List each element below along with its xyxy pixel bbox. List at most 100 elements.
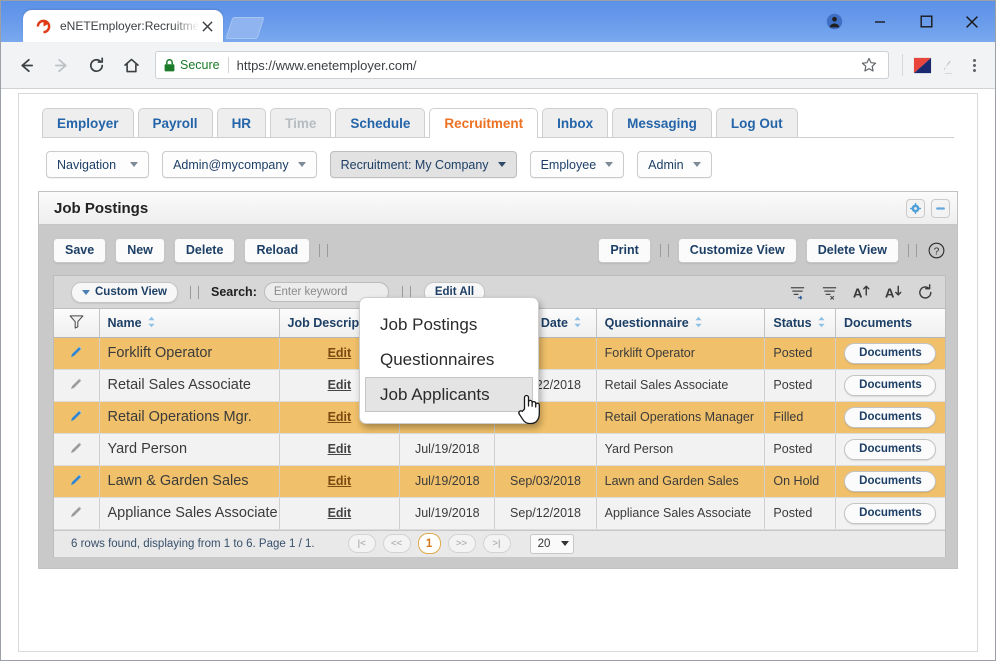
navigation-menu-button[interactable]: Navigation — [46, 151, 150, 178]
gear-icon[interactable] — [906, 198, 925, 218]
browser-tab[interactable]: eNETEmployer:Recruitme — [23, 10, 224, 42]
minimize-icon[interactable] — [857, 1, 903, 42]
documents-button[interactable]: Documents — [844, 502, 937, 524]
edit-link[interactable]: Edit — [328, 346, 352, 360]
menu-item-job-postings[interactable]: Job Postings — [366, 307, 532, 342]
cell-documents[interactable]: Documents — [835, 497, 945, 530]
save-button[interactable]: Save — [53, 237, 107, 263]
first-page-button: |< — [347, 534, 376, 554]
tab-payroll[interactable]: Payroll — [137, 108, 213, 138]
delete-view-label: Delete View — [817, 243, 887, 257]
flag-extension-icon[interactable] — [909, 52, 935, 78]
column-header-questionnaire[interactable]: Questionnaire — [596, 309, 766, 338]
tab-schedule[interactable]: Schedule — [335, 108, 426, 138]
sort-descending-icon[interactable]: A — [884, 283, 903, 302]
maximize-icon[interactable] — [903, 1, 949, 42]
new-tab-button[interactable] — [225, 17, 265, 39]
column-header-documents[interactable]: Documents — [835, 309, 945, 338]
first-page-label: |< — [357, 538, 366, 550]
tab-recruitment[interactable]: Recruitment — [429, 108, 539, 138]
minus-icon[interactable] — [931, 198, 950, 218]
menu-item-label: Job Postings — [380, 314, 478, 334]
menu-item-job-applicants[interactable]: Job Applicants — [365, 377, 533, 412]
tab-hr[interactable]: HR — [216, 108, 267, 138]
edit-link[interactable]: Edit — [328, 474, 352, 488]
edit-link[interactable]: Edit — [328, 506, 352, 520]
back-arrow-icon[interactable] — [11, 50, 41, 80]
tab-log-out[interactable]: Log Out — [715, 108, 798, 138]
tab-employer[interactable]: Employer — [42, 108, 134, 138]
reload-icon[interactable] — [81, 50, 111, 80]
grid-footer: 6 rows found, displaying from 1 to 6. Pa… — [54, 529, 945, 557]
column-header-status[interactable]: Status — [764, 309, 836, 338]
three-dot-menu-icon[interactable] — [963, 58, 985, 72]
cell-documents[interactable]: Documents — [835, 433, 945, 466]
refresh-icon[interactable] — [916, 283, 935, 302]
cell-documents[interactable]: Documents — [835, 465, 945, 498]
close-icon[interactable] — [199, 18, 215, 34]
menu-item-questionnaires[interactable]: Questionnaires — [366, 342, 532, 377]
row-edit-cell[interactable] — [54, 401, 100, 434]
reload-button[interactable]: Reload — [244, 237, 311, 263]
print-button[interactable]: Print — [598, 237, 651, 263]
cell-status: Posted — [764, 369, 836, 402]
documents-button[interactable]: Documents — [844, 342, 937, 364]
table-row[interactable]: Appliance Sales Associate Edit Jul/19/20… — [54, 497, 945, 530]
edit-link[interactable]: Edit — [328, 378, 352, 392]
column-header-filter[interactable] — [54, 309, 100, 338]
previous-page-button: << — [382, 534, 411, 554]
cell-documents[interactable]: Documents — [835, 369, 945, 402]
question-mark-icon[interactable]: ? — [926, 240, 946, 260]
row-edit-cell[interactable] — [54, 337, 100, 370]
current-page-indicator[interactable]: 1 — [417, 533, 441, 555]
employee-menu-button[interactable]: Employee — [529, 151, 625, 178]
page-size-select[interactable]: 20 — [529, 533, 574, 554]
cell-job-description[interactable]: Edit — [279, 433, 401, 466]
edit-link[interactable]: Edit — [328, 410, 352, 424]
custom-view-button[interactable]: Custom View — [71, 281, 178, 303]
recruitment-menu-button[interactable]: Recruitment: My Company — [329, 151, 517, 178]
page-content: Employer Payroll HR Time Schedule Recrui… — [1, 90, 995, 660]
tab-inbox[interactable]: Inbox — [542, 108, 609, 138]
tab-label: Inbox — [557, 116, 594, 131]
tab-messaging[interactable]: Messaging — [612, 108, 712, 138]
row-edit-cell[interactable] — [54, 433, 100, 466]
row-edit-cell[interactable] — [54, 497, 100, 530]
row-edit-cell[interactable] — [54, 465, 100, 498]
documents-button[interactable]: Documents — [844, 374, 937, 396]
delete-button[interactable]: Delete — [173, 237, 236, 263]
admin-menu-button[interactable]: Admin — [637, 151, 712, 178]
account-icon[interactable] — [811, 1, 857, 42]
add-filter-icon[interactable] — [788, 283, 807, 302]
star-icon[interactable] — [858, 54, 880, 76]
tab-label: Employer — [57, 116, 119, 131]
customize-view-label: Customize View — [689, 243, 785, 257]
account-menu-button[interactable]: Admin@mycompany — [162, 151, 317, 178]
row-edit-cell[interactable] — [54, 369, 100, 402]
new-button[interactable]: New — [115, 237, 165, 263]
documents-button[interactable]: Documents — [844, 470, 937, 492]
clear-filter-icon[interactable] — [820, 283, 839, 302]
close-icon[interactable] — [949, 1, 995, 42]
pdf-extension-icon[interactable]: _ — [935, 52, 961, 78]
delete-view-button[interactable]: Delete View — [805, 237, 899, 263]
chevron-down-icon — [130, 162, 139, 167]
secure-label: Secure — [180, 58, 220, 72]
cell-questionnaire: Lawn and Garden Sales — [596, 465, 766, 498]
cell-job-description[interactable]: Edit — [279, 465, 401, 498]
customize-view-button[interactable]: Customize View — [677, 237, 797, 263]
address-bar[interactable]: Secure https://www.enetemployer.com/ — [155, 51, 889, 79]
sort-ascending-icon[interactable]: A — [852, 283, 871, 302]
cell-documents[interactable]: Documents — [835, 337, 945, 370]
cell-job-description[interactable]: Edit — [279, 497, 401, 530]
cell-documents[interactable]: Documents — [835, 401, 945, 434]
table-row[interactable]: Lawn & Garden Sales Edit Jul/19/2018 Sep… — [54, 465, 945, 498]
documents-button[interactable]: Documents — [844, 406, 937, 428]
table-row[interactable]: Yard Person Edit Jul/19/2018 Yard Person… — [54, 433, 945, 466]
home-icon[interactable] — [116, 50, 146, 80]
documents-button[interactable]: Documents — [844, 438, 937, 460]
search-label: Search: — [211, 285, 257, 300]
edit-link[interactable]: Edit — [328, 442, 352, 456]
recruitment-dropdown-menu: Job Postings Questionnaires Job Applican… — [359, 297, 540, 425]
column-header-name[interactable]: Name — [99, 309, 280, 338]
